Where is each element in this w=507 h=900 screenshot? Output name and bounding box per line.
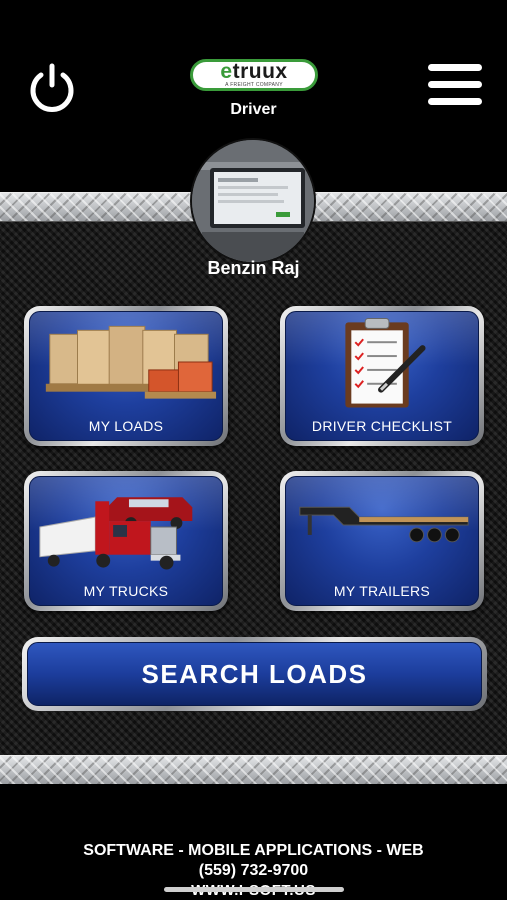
search-loads-label: SEARCH LOADS — [141, 658, 368, 689]
driver-checklist-label: DRIVER CHECKLIST — [311, 418, 453, 434]
footer-phone[interactable]: (559) 732-9700 — [0, 862, 507, 880]
semi-truck-icon — [39, 497, 193, 570]
pallet-boxes-icon — [45, 325, 217, 399]
logo-subtitle: A FREIGHT COMPANY — [225, 82, 283, 88]
my-trailers-label: MY TRAILERS — [333, 583, 431, 599]
etruux-logo: etruux A FREIGHT COMPANY — [190, 59, 318, 91]
my-loads-label: MY LOADS — [88, 418, 164, 434]
diamond-plate-divider-bottom — [0, 755, 507, 785]
footer-tagline: SOFTWARE - MOBILE APPLICATIONS - WEB — [83, 842, 424, 859]
avatar[interactable] — [192, 140, 314, 262]
clipboard-checklist-icon — [345, 317, 426, 408]
footer: SOFTWARE - MOBILE APPLICATIONS - WEB (55… — [0, 784, 507, 900]
menu-button[interactable] — [428, 64, 482, 108]
user-name: Benzin Raj — [207, 258, 300, 278]
my-trucks-tile[interactable]: MY TRUCKS — [24, 471, 228, 611]
my-loads-tile[interactable]: MY LOADS — [24, 306, 228, 446]
driver-checklist-tile[interactable]: DRIVER CHECKLIST — [280, 306, 484, 446]
search-loads-button[interactable]: SEARCH LOADS — [22, 637, 487, 711]
hamburger-menu-icon — [428, 64, 482, 105]
profile-photo — [192, 140, 314, 262]
home-indicator[interactable] — [164, 887, 344, 892]
my-trailers-tile[interactable]: MY TRAILERS — [280, 471, 484, 611]
my-trucks-label: MY TRUCKS — [83, 583, 169, 599]
flatbed-trailer-icon — [299, 506, 469, 543]
logo-wordmark: etruux — [220, 60, 288, 83]
